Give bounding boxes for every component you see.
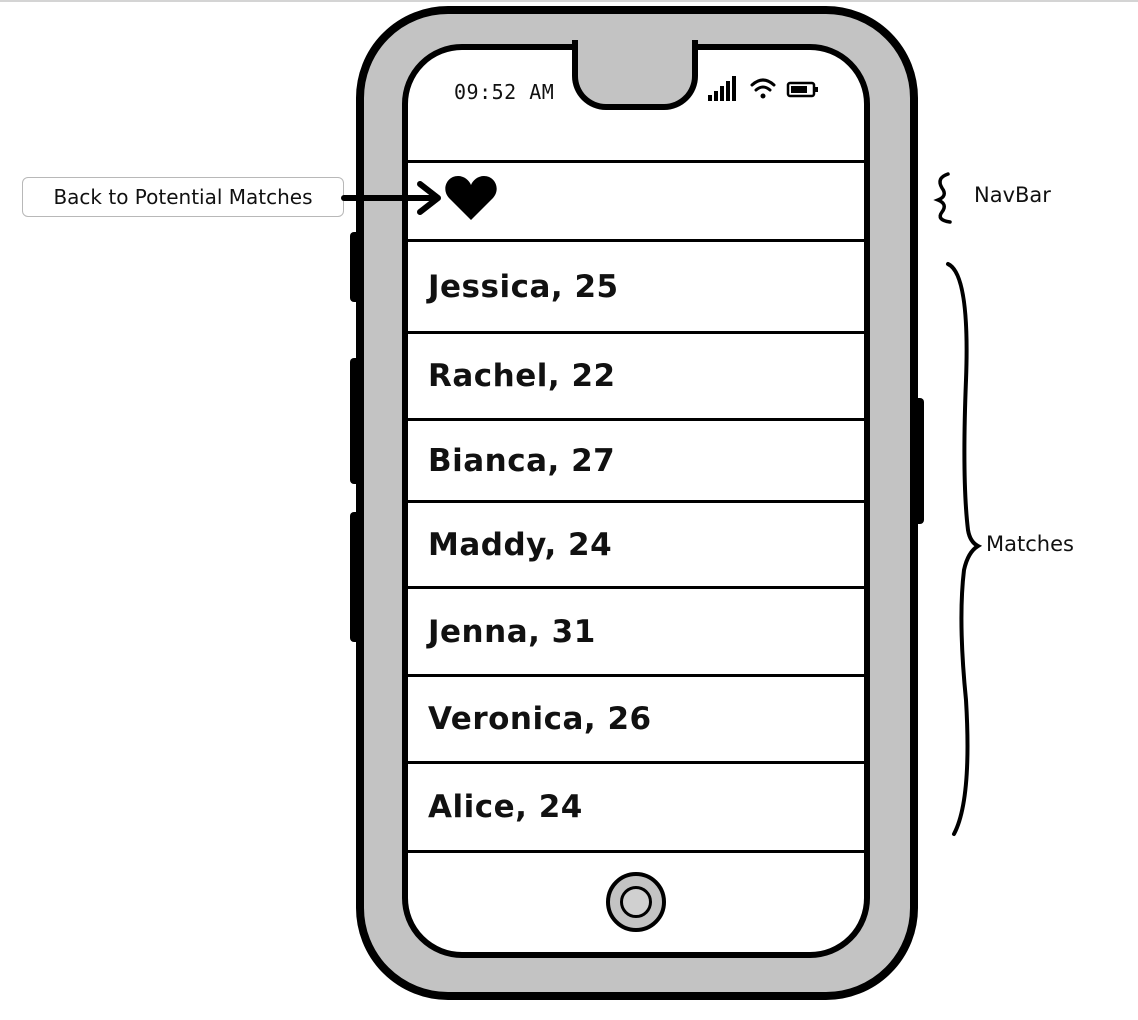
battery-icon bbox=[786, 81, 818, 98]
signal-icon bbox=[708, 76, 736, 101]
match-name: Alice, 24 bbox=[428, 789, 583, 825]
navbar-brace-icon bbox=[933, 172, 952, 224]
status-icons bbox=[708, 76, 818, 101]
list-item-match-2[interactable]: Rachel, 22 bbox=[408, 334, 866, 421]
list-item-match-7[interactable]: Alice, 24 bbox=[408, 764, 866, 853]
match-name: Rachel, 22 bbox=[428, 358, 616, 394]
list-item-match-4[interactable]: Maddy, 24 bbox=[408, 503, 866, 589]
list-item-match-3[interactable]: Bianca, 27 bbox=[408, 421, 866, 503]
matches-list: Jessica, 25 Rachel, 22 Bianca, 27 Maddy,… bbox=[408, 242, 866, 853]
home-button[interactable] bbox=[606, 872, 666, 932]
back-callout: Back to Potential Matches bbox=[22, 177, 344, 217]
matches-annotation: Matches bbox=[986, 532, 1074, 556]
wifi-icon bbox=[750, 78, 776, 99]
status-time: 09:52 AM bbox=[454, 80, 555, 104]
notch-cover bbox=[578, 38, 692, 48]
match-name: Jenna, 31 bbox=[428, 613, 596, 650]
list-item-match-5[interactable]: Jenna, 31 bbox=[408, 589, 866, 677]
callout-arrow-icon bbox=[341, 181, 441, 215]
heart-icon[interactable] bbox=[444, 174, 498, 222]
camera-notch bbox=[572, 40, 698, 110]
navbar-annotation: NavBar bbox=[974, 183, 1051, 207]
home-button-ring bbox=[620, 886, 652, 918]
list-item-match-1[interactable]: Jessica, 25 bbox=[408, 242, 866, 334]
top-border bbox=[0, 0, 1138, 2]
match-name: Veronica, 26 bbox=[428, 701, 652, 737]
match-name: Maddy, 24 bbox=[428, 526, 613, 563]
matches-brace-icon bbox=[946, 262, 982, 836]
list-item-match-6[interactable]: Veronica, 26 bbox=[408, 677, 866, 764]
match-name: Jessica, 25 bbox=[428, 268, 619, 305]
match-name: Bianca, 27 bbox=[428, 442, 616, 479]
